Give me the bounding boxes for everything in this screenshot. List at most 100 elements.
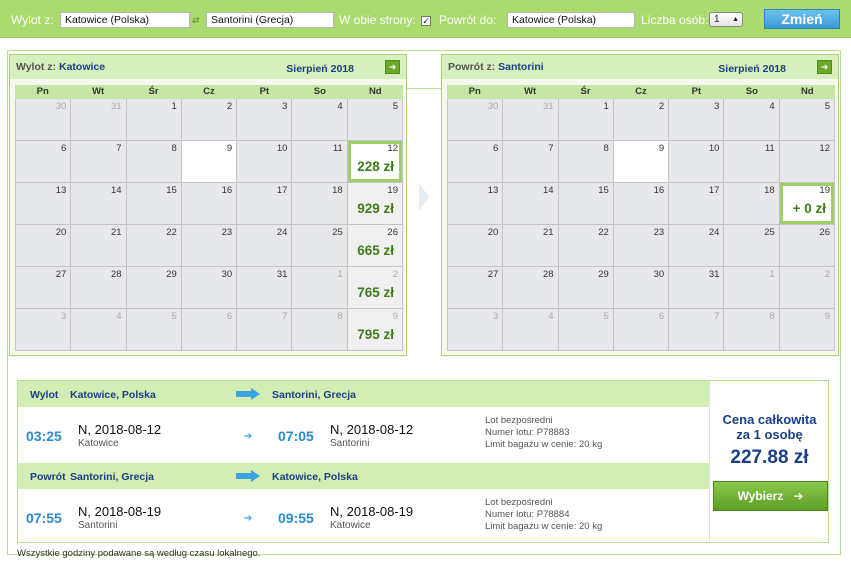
day-number: 6 (658, 311, 665, 322)
day-cell-priced[interactable]: 2 765 zł (347, 267, 403, 309)
weekday-row: Pn Wt Śr Cz Pt So Nd (15, 85, 403, 99)
next-month-button[interactable]: ➔ (817, 60, 832, 74)
weekday-label: Wt (524, 86, 537, 97)
roundtrip-checkbox[interactable]: ✓ (421, 16, 431, 26)
arrow-right-icon (236, 470, 260, 482)
outbound-dep-date: N, 2018-08-12 (78, 422, 162, 437)
day-cell: 7 (237, 309, 293, 351)
day-cell-priced[interactable]: 19 + 0 zł (779, 183, 835, 225)
day-cell: 20 (448, 225, 504, 267)
day-number: 7 (282, 311, 288, 322)
day-number: 7 (714, 311, 720, 322)
day-number: 29 (598, 269, 609, 280)
day-number: 5 (392, 101, 398, 112)
day-number: 1 (337, 269, 343, 280)
return-input[interactable]: Katowice (Polska) (507, 12, 635, 28)
day-number: 26 (819, 227, 830, 238)
day-cell-priced[interactable]: 12 228 zł (347, 141, 403, 183)
outbound-segment: 03:25 N, 2018-08-12 Katowice ➔ 07:05 N, … (18, 407, 709, 463)
day-cell-priced[interactable]: 9 795 zł (347, 309, 403, 351)
day-number: 6 (226, 311, 233, 322)
day-cell: 15 (558, 183, 614, 225)
day-number: 11 (332, 143, 343, 154)
day-cell: 31 (503, 99, 559, 141)
day-number: 25 (332, 227, 343, 238)
day-cell: 22 (558, 225, 614, 267)
day-number: 3 (714, 101, 720, 112)
passengers-select[interactable]: 1 ▲ (709, 12, 743, 27)
day-number: 2 (824, 269, 830, 280)
day-cell: 3 (16, 309, 72, 351)
day-cell: 31 (669, 267, 725, 309)
day-number: 29 (166, 269, 177, 280)
from-input[interactable]: Katowice (Polska) (60, 12, 190, 28)
day-number: 17 (276, 185, 288, 196)
select-button-label: Wybierz (737, 489, 784, 503)
day-cell: 11 (724, 141, 780, 183)
day-cell: 18 (292, 183, 348, 225)
weekday-label: Cz (203, 86, 215, 97)
day-number: 13 (55, 185, 67, 196)
day-cell: 10 (237, 141, 293, 183)
day-cell: 8 (724, 309, 780, 351)
day-cell: 24 (237, 225, 293, 267)
day-cell: 12 (779, 141, 835, 183)
day-cell: 30 (16, 99, 72, 141)
weekday-label: Nd (800, 86, 814, 97)
swap-icon[interactable]: ⇄ (192, 15, 202, 25)
outbound-arr-time: 07:05 (278, 428, 314, 444)
select-button[interactable]: Wybierz ➔ (713, 481, 828, 511)
day-cell: 21 (71, 225, 127, 267)
day-cell: 23 (181, 225, 238, 267)
day-number: 7 (548, 143, 554, 154)
day-number: 4 (116, 311, 122, 322)
next-month-button[interactable]: ➔ (385, 60, 400, 74)
day-cell: 21 (503, 225, 559, 267)
day-number: 16 (221, 185, 233, 196)
day-number: 8 (603, 143, 609, 154)
day-cell: 22 (126, 225, 182, 267)
baggage-limit-text: Limit bagażu w cenie: 20 kg (485, 521, 603, 532)
day-cell: 2 (613, 99, 670, 141)
calendar-title-prefix: Wylot z: (16, 61, 57, 73)
outbound-arr-date: N, 2018-08-12 (330, 422, 414, 437)
day-cell: 4 (724, 99, 780, 141)
day-cell: 6 (181, 309, 238, 351)
day-cell-priced[interactable]: 26 665 zł (347, 225, 403, 267)
baggage-limit-text: Limit bagażu w cenie: 20 kg (485, 439, 603, 450)
arrow-right-icon: ➔ (786, 489, 804, 503)
day-number: 27 (487, 269, 499, 280)
weekday-label: Pt (691, 86, 702, 97)
day-price: 228 zł (357, 159, 394, 174)
day-number: 8 (769, 311, 775, 322)
day-number: 2 (658, 101, 665, 112)
day-number: 2 (392, 269, 398, 280)
change-button[interactable]: Zmień (764, 9, 840, 29)
outbound-arr-place: Santorini (330, 438, 370, 449)
outbound-calendar: Wylot z: Katowice Sierpień 2018 ➔ Pn Wt Śr… (9, 54, 407, 356)
inbound-from: Santorini, Grecja (70, 471, 155, 483)
day-price: + 0 zł (792, 201, 826, 216)
day-number: 30 (55, 101, 67, 112)
inbound-info: Lot bezpośredni Numer lotu: P78884 Limit… (485, 497, 602, 533)
to-input[interactable]: Santorini (Grecja) (206, 12, 334, 28)
day-number: 3 (282, 101, 288, 112)
day-cell: 5 (779, 99, 835, 141)
day-number: 31 (276, 269, 288, 280)
day-cell: 4 (292, 99, 348, 141)
weekday-label: Śr (580, 86, 591, 97)
day-cell: 8 (558, 141, 614, 183)
inbound-label: Powrót (30, 471, 66, 483)
day-number: 26 (387, 227, 398, 238)
outbound-label: Wylot (30, 389, 59, 401)
roundtrip-label: W obie strony: (339, 13, 416, 27)
arrow-right-icon: ➔ (244, 431, 253, 442)
day-price: 795 zł (357, 327, 394, 342)
day-number: 19 (387, 185, 398, 196)
day-cell: 6 (16, 141, 72, 183)
day-cell-priced[interactable]: 19 929 zł (347, 183, 403, 225)
calendar-title: Wylot z: Katowice (16, 61, 105, 73)
day-number: 9 (392, 311, 398, 322)
day-number: 9 (824, 311, 830, 322)
from-label: Wylot z: (11, 13, 54, 27)
